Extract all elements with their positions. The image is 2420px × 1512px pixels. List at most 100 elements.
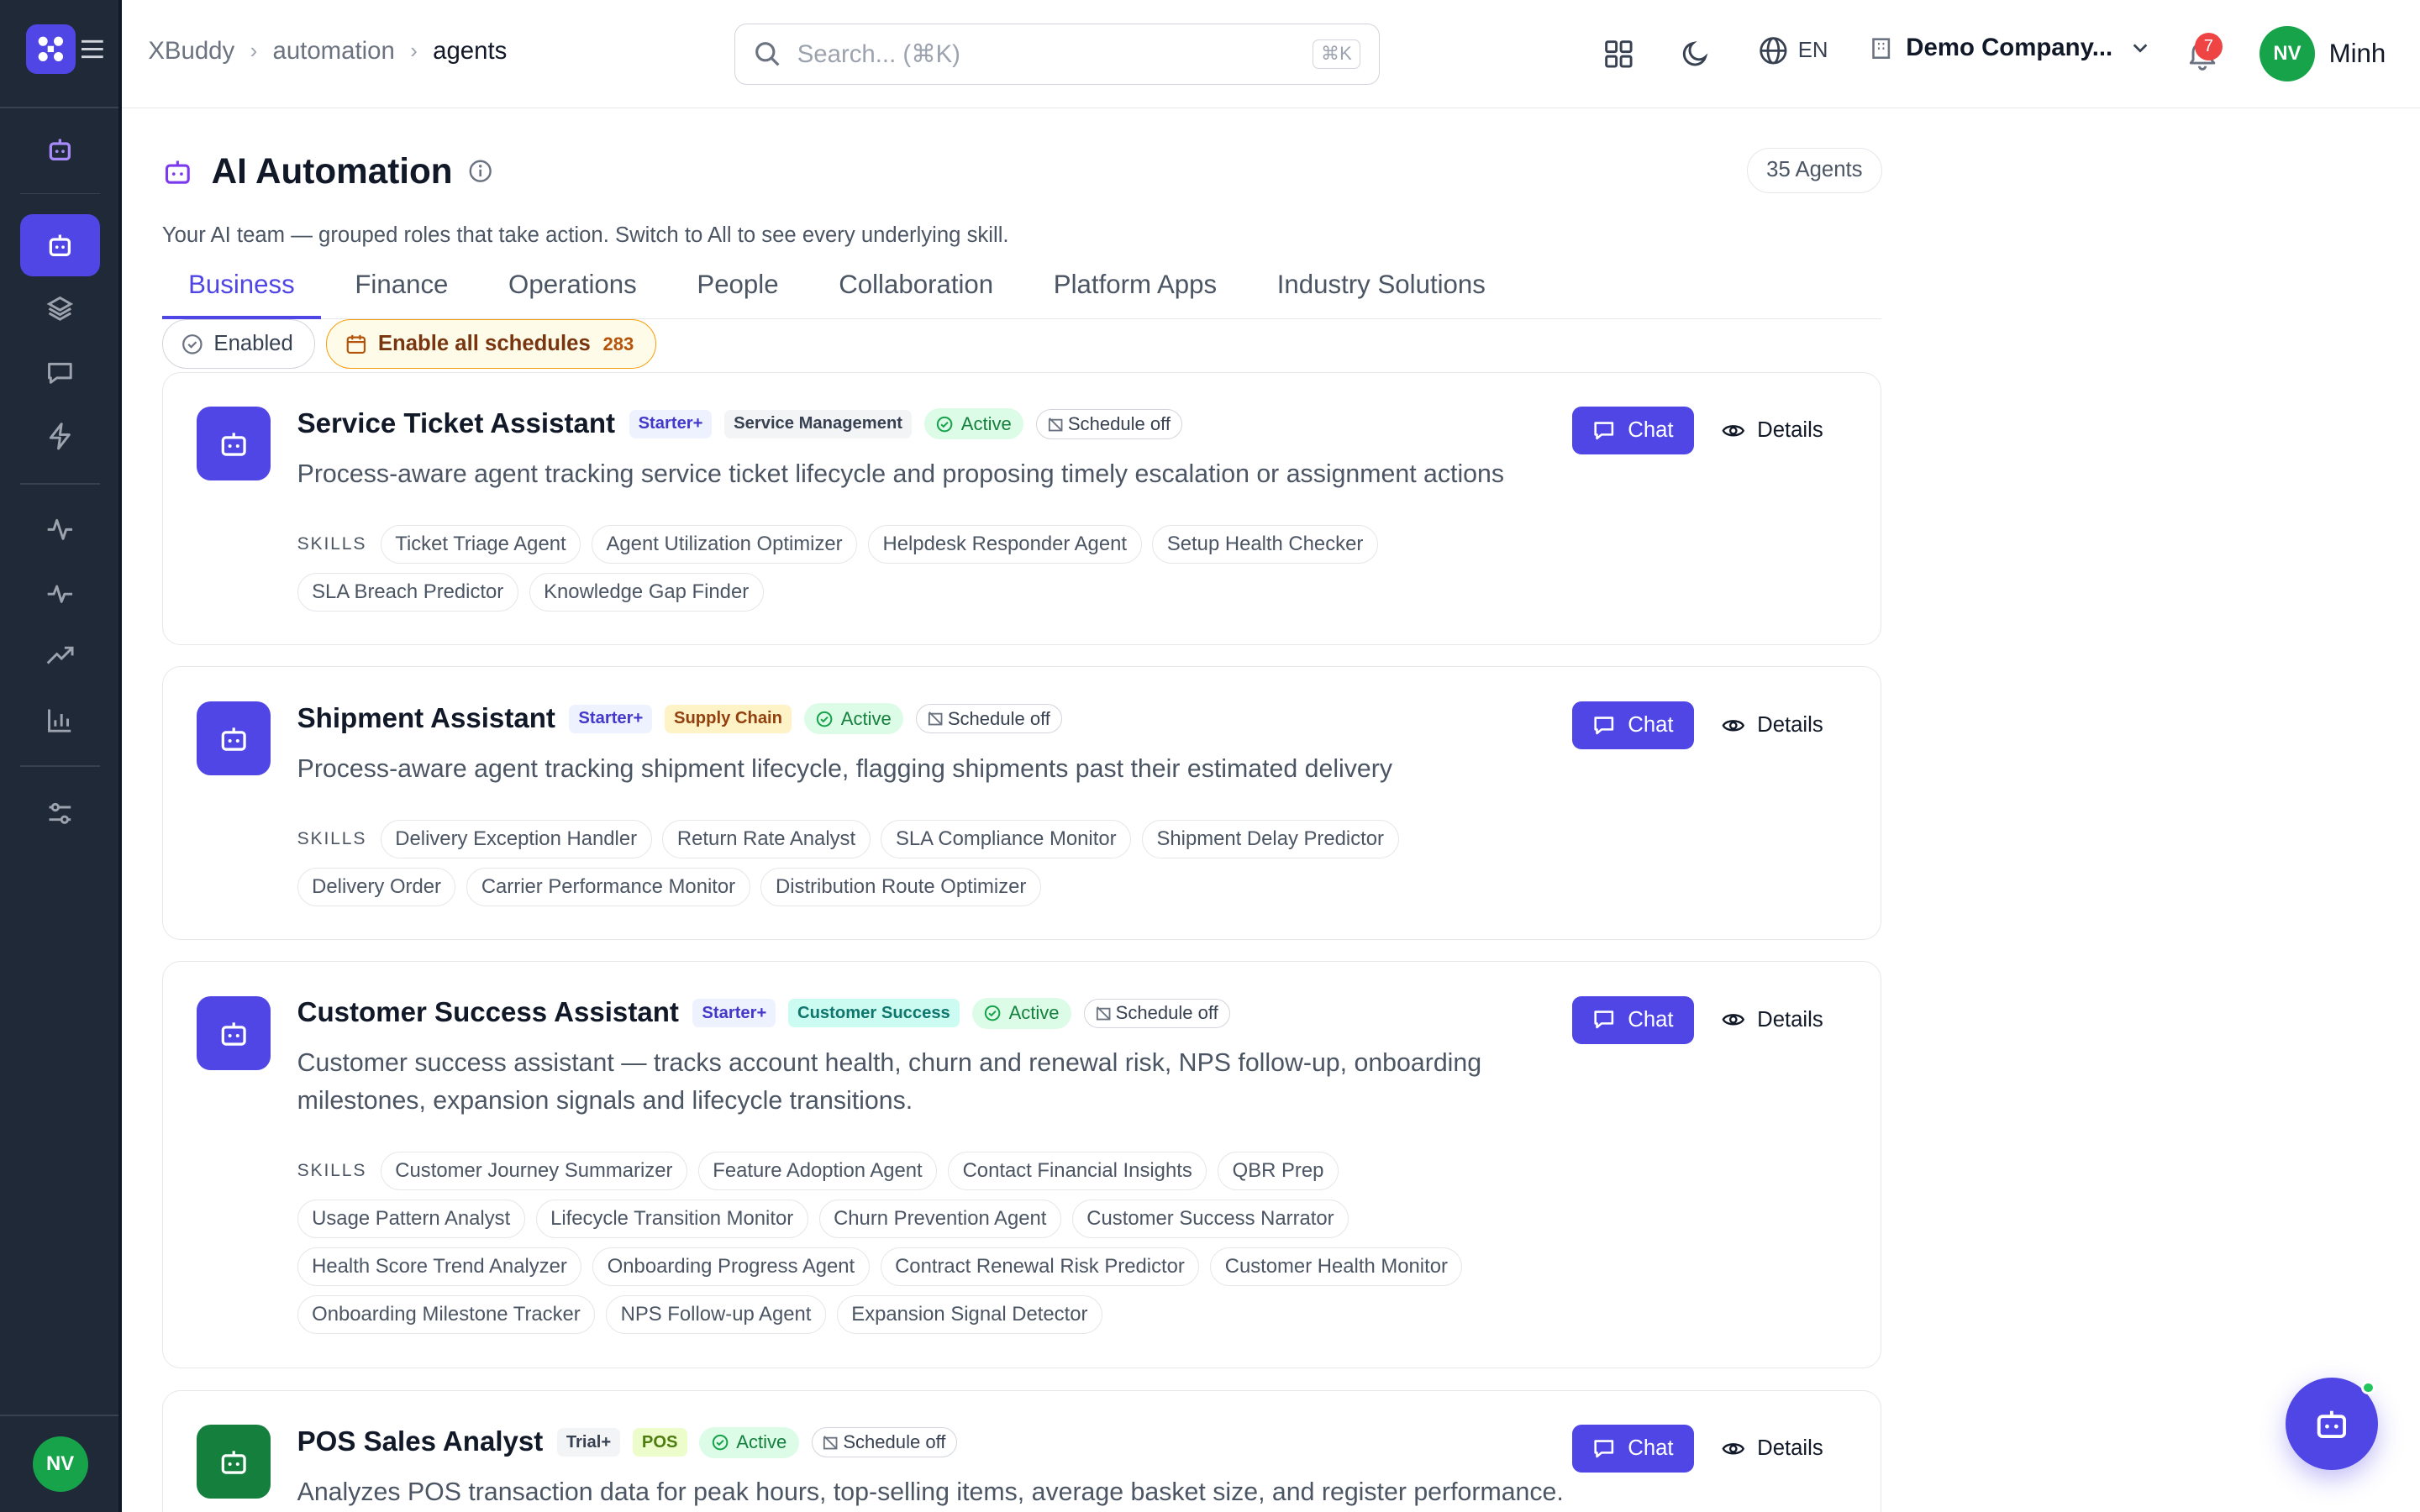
skill-chip[interactable]: Return Rate Analyst bbox=[662, 820, 871, 859]
agent-card-header: Shipment Assistant Starter+ Supply Chain… bbox=[297, 703, 1075, 735]
globe-icon bbox=[1760, 37, 1787, 65]
chat-button[interactable]: Chat bbox=[1571, 407, 1694, 454]
robot-icon bbox=[221, 1021, 246, 1046]
tier-badge: Starter+ bbox=[569, 704, 653, 733]
sidebar-item-pulse[interactable] bbox=[20, 562, 101, 623]
layers-icon bbox=[46, 296, 74, 321]
tab-people[interactable]: People bbox=[671, 256, 805, 318]
skill-chip[interactable]: Churn Prevention Agent bbox=[818, 1200, 1061, 1238]
agent-name[interactable]: Service Ticket Assistant bbox=[297, 408, 615, 440]
chevron-right-icon: › bbox=[410, 39, 418, 63]
chat-button[interactable]: Chat bbox=[1571, 1425, 1694, 1473]
agent-name[interactable]: Customer Success Assistant bbox=[297, 997, 679, 1029]
details-button[interactable]: Details bbox=[1722, 996, 1823, 1044]
enable-all-schedules-button[interactable]: Enable all schedules 283 bbox=[326, 319, 656, 369]
skill-chip[interactable]: Expansion Signal Detector bbox=[836, 1294, 1102, 1334]
sidebar-item-trending[interactable] bbox=[20, 625, 101, 686]
skill-chip[interactable]: Knowledge Gap Finder bbox=[529, 573, 764, 612]
schedule-off-badge[interactable]: Schedule off bbox=[811, 1427, 958, 1457]
enabled-filter-chip[interactable]: Enabled bbox=[161, 319, 316, 369]
agent-card: Customer Success Assistant Starter+ Cust… bbox=[161, 961, 1881, 1369]
skill-chip[interactable]: Onboarding Milestone Tracker bbox=[297, 1294, 596, 1334]
tab-operations[interactable]: Operations bbox=[482, 256, 663, 318]
schedule-off-badge[interactable]: Schedule off bbox=[1083, 998, 1230, 1029]
apps-grid-button[interactable] bbox=[1601, 35, 1638, 72]
language-label: EN bbox=[1797, 39, 1828, 63]
chat-button[interactable]: Chat bbox=[1571, 995, 1694, 1044]
skill-chip[interactable]: Lifecycle Transition Monitor bbox=[535, 1200, 808, 1238]
info-icon[interactable] bbox=[468, 159, 492, 183]
sidebar-item-agent-robot[interactable] bbox=[20, 118, 101, 180]
sidebar-item-automation[interactable] bbox=[19, 214, 101, 276]
company-switcher[interactable]: Demo Company... bbox=[1869, 34, 2149, 62]
skill-chip[interactable]: Customer Success Narrator bbox=[1071, 1200, 1349, 1238]
user-avatar[interactable]: NV bbox=[2259, 26, 2316, 82]
skill-chip[interactable]: Delivery Order bbox=[297, 868, 456, 907]
sidebar-item-bar-chart[interactable] bbox=[20, 690, 101, 751]
language-selector[interactable]: EN bbox=[1758, 35, 1828, 66]
sidebar-divider bbox=[19, 482, 101, 485]
skills-list: SKILLS Ticket Triage Agent Agent Utiliza… bbox=[297, 525, 1578, 621]
skill-chip[interactable]: Feature Adoption Agent bbox=[697, 1152, 938, 1191]
activity-icon bbox=[47, 518, 73, 540]
chat-button-label: Chat bbox=[1628, 1007, 1674, 1032]
tab-industry-solutions[interactable]: Industry Solutions bbox=[1251, 256, 1512, 318]
breadcrumb-item-automation[interactable]: automation bbox=[272, 37, 394, 66]
skill-chip[interactable]: Ticket Triage Agent bbox=[380, 525, 581, 564]
breadcrumb-item-root[interactable]: XBuddy bbox=[148, 37, 234, 66]
skill-chip[interactable]: Helpdesk Responder Agent bbox=[867, 525, 1142, 564]
skill-chip[interactable]: Onboarding Progress Agent bbox=[592, 1247, 870, 1286]
sidebar: NV bbox=[0, 0, 123, 1512]
skill-chip[interactable]: Shipment Delay Predictor bbox=[1141, 820, 1399, 859]
skill-chip[interactable]: SLA Compliance Monitor bbox=[881, 820, 1132, 859]
bar-chart-icon bbox=[48, 709, 71, 733]
user-name[interactable]: Minh bbox=[2329, 39, 2386, 69]
page-title: AI Automation bbox=[211, 150, 453, 191]
schedule-off-badge[interactable]: Schedule off bbox=[1036, 409, 1182, 439]
details-button[interactable]: Details bbox=[1722, 407, 1823, 454]
schedule-off-badge[interactable]: Schedule off bbox=[916, 704, 1062, 734]
hamburger-menu-icon[interactable] bbox=[82, 39, 108, 60]
agent-card: POS Sales Analyst Trial+ POS Active Sche… bbox=[161, 1389, 1881, 1512]
app-logo[interactable] bbox=[26, 24, 76, 75]
sidebar-item-activity[interactable] bbox=[20, 498, 101, 559]
skill-chip[interactable]: Customer Health Monitor bbox=[1210, 1247, 1463, 1286]
tab-collaboration[interactable]: Collaboration bbox=[813, 256, 1019, 318]
skill-chip[interactable]: Setup Health Checker bbox=[1152, 525, 1378, 564]
sidebar-user-avatar[interactable]: NV bbox=[32, 1436, 88, 1493]
status-label: Active bbox=[840, 707, 892, 729]
skill-chip[interactable]: Agent Utilization Optimizer bbox=[591, 525, 858, 564]
skills-list: SKILLS Customer Journey Summarizer Featu… bbox=[297, 1152, 1578, 1343]
details-button[interactable]: Details bbox=[1722, 701, 1823, 749]
skill-chip[interactable]: Delivery Exception Handler bbox=[380, 820, 652, 859]
skill-chip[interactable]: Distribution Route Optimizer bbox=[760, 868, 1041, 907]
skill-chip[interactable]: SLA Breach Predictor bbox=[297, 573, 518, 612]
theme-toggle-button[interactable] bbox=[1677, 35, 1714, 72]
sliders-icon bbox=[49, 802, 71, 824]
notification-count-badge: 7 bbox=[2194, 32, 2223, 60]
chat-button[interactable]: Chat bbox=[1571, 701, 1694, 749]
agent-name[interactable]: POS Sales Analyst bbox=[297, 1426, 544, 1458]
sidebar-item-chat[interactable] bbox=[20, 343, 101, 404]
message-icon bbox=[1594, 422, 1614, 439]
skill-chip[interactable]: Usage Pattern Analyst bbox=[297, 1200, 525, 1238]
sidebar-item-settings-sliders[interactable] bbox=[20, 782, 101, 843]
robot-icon bbox=[221, 1451, 246, 1474]
calendar-off-icon bbox=[1048, 417, 1063, 432]
tab-finance[interactable]: Finance bbox=[329, 256, 475, 318]
agent-name[interactable]: Shipment Assistant bbox=[297, 703, 555, 735]
skill-chip[interactable]: NPS Follow-up Agent bbox=[606, 1294, 826, 1334]
sidebar-item-layers[interactable] bbox=[20, 278, 101, 339]
sidebar-item-lightning[interactable] bbox=[20, 406, 101, 467]
details-button[interactable]: Details bbox=[1722, 1425, 1823, 1473]
skill-chip[interactable]: QBR Prep bbox=[1218, 1152, 1339, 1191]
tab-platform-apps[interactable]: Platform Apps bbox=[1028, 256, 1244, 318]
skill-chip[interactable]: Customer Journey Summarizer bbox=[380, 1152, 687, 1191]
tab-business[interactable]: Business bbox=[161, 256, 321, 320]
skill-chip[interactable]: Contract Renewal Risk Predictor bbox=[880, 1247, 1200, 1286]
skill-chip[interactable]: Health Score Trend Analyzer bbox=[297, 1247, 582, 1286]
search-input[interactable]: Search... (⌘K) ⌘K bbox=[734, 23, 1380, 85]
trending-up-icon bbox=[46, 646, 74, 664]
skill-chip[interactable]: Carrier Performance Monitor bbox=[466, 868, 750, 907]
skill-chip[interactable]: Contact Financial Insights bbox=[948, 1152, 1207, 1191]
